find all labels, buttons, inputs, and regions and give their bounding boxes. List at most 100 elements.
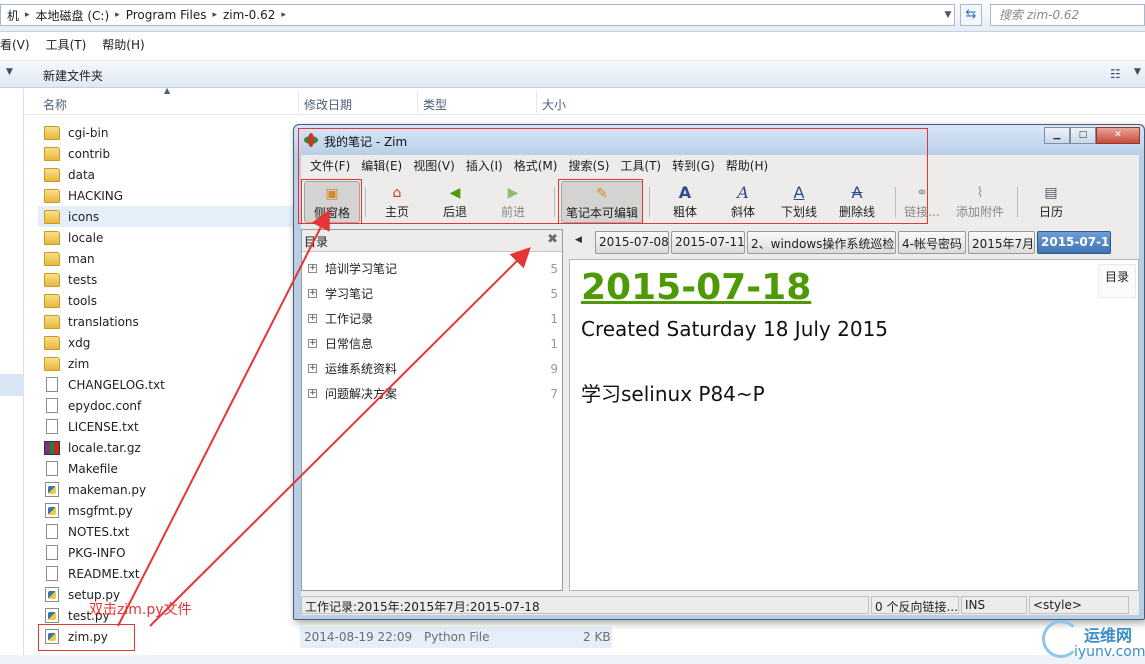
file-row[interactable]: epydoc.conf [40, 395, 300, 416]
menu-search[interactable]: 搜索(S) [568, 157, 609, 177]
organize-dropdown-icon[interactable]: ▼ [6, 67, 13, 77]
file-row[interactable]: tests [40, 269, 300, 290]
column-modified[interactable]: 修改日期 [304, 96, 352, 113]
file-row[interactable]: HACKING [40, 185, 300, 206]
expand-icon[interactable]: + [308, 314, 317, 323]
file-row[interactable]: README.txt [40, 563, 300, 584]
maximize-button[interactable]: □ [1070, 127, 1096, 144]
menu-format[interactable]: 格式(M) [514, 157, 558, 177]
file-row[interactable]: man [40, 248, 300, 269]
menu-goto[interactable]: 转到(G) [672, 157, 715, 177]
home-button[interactable]: ⌂ 主页 [373, 181, 421, 223]
menu-view[interactable]: 看(V) [0, 36, 30, 56]
column-name[interactable]: 名称 [43, 96, 67, 113]
attach-file-button[interactable]: ⌇ 添加附件 [951, 181, 1009, 223]
page-body-text[interactable]: 学习selinux P84~P [581, 378, 765, 407]
column-size[interactable]: 大小 [542, 96, 566, 113]
path-scroll-left-icon[interactable]: ◀ [575, 235, 582, 245]
index-item[interactable]: + 运维系统资料 9 [302, 356, 562, 381]
file-row[interactable]: locale.tar.gz [40, 437, 300, 458]
file-row[interactable]: msgfmt.py [40, 500, 300, 521]
zim-title-bar[interactable]: 我的笔记 - Zim ▁ □ ✕ [294, 125, 1144, 155]
chevron-right-icon[interactable]: ▸ [281, 10, 286, 20]
index-item[interactable]: + 工作记录 1 [302, 306, 562, 331]
close-button[interactable]: ✕ [1096, 127, 1140, 144]
column-divider[interactable] [536, 91, 537, 113]
column-type[interactable]: 类型 [423, 96, 447, 113]
zim-py-details[interactable]: 2014-08-19 22:09 Python File 2 KB [300, 627, 612, 648]
link-button[interactable]: ⚭ 链接... [901, 181, 943, 223]
menu-help[interactable]: 帮助(H) [726, 157, 768, 177]
index-item[interactable]: + 培训学习笔记 5 [302, 256, 562, 281]
file-row[interactable]: icons [38, 206, 300, 227]
close-pane-icon[interactable]: ✖ [547, 232, 558, 247]
italic-button[interactable]: A 斜体 [719, 181, 767, 223]
menu-help[interactable]: 帮助(H) [102, 36, 144, 56]
nav-selected-item[interactable] [0, 374, 24, 396]
calendar-button[interactable]: ▤ 日历 [1029, 181, 1073, 223]
path-button-current[interactable]: 2015-07-18 [1037, 231, 1111, 254]
strikethrough-button[interactable]: A 删除线 [831, 181, 883, 223]
file-row[interactable]: locale [40, 227, 300, 248]
index-item[interactable]: + 日常信息 1 [302, 331, 562, 356]
expand-icon[interactable]: + [308, 339, 317, 348]
expand-icon[interactable]: + [308, 364, 317, 373]
file-row[interactable]: zim [40, 353, 300, 374]
file-row[interactable]: xdg [40, 332, 300, 353]
path-button[interactable]: 2015-07-08 [595, 231, 669, 254]
expand-icon[interactable]: + [308, 264, 317, 273]
menu-file[interactable]: 文件(F) [310, 157, 350, 177]
menu-view[interactable]: 视图(V) [413, 157, 455, 177]
file-row[interactable]: translations [40, 311, 300, 332]
search-input[interactable]: 搜索 zim-0.62 [990, 4, 1145, 26]
back-button[interactable]: ◀ 后退 [431, 181, 479, 223]
refresh-icon[interactable]: ⇆ [960, 4, 982, 26]
file-row[interactable]: contrib [40, 143, 300, 164]
new-folder-button[interactable]: 新建文件夹 [43, 67, 103, 84]
breadcrumb-local-disk[interactable]: 本地磁盘 (C:) [30, 7, 116, 24]
file-row[interactable]: LICENSE.txt [40, 416, 300, 437]
underline-button[interactable]: A 下划线 [773, 181, 825, 223]
minimize-button[interactable]: ▁ [1044, 127, 1070, 144]
breadcrumb-zim[interactable]: zim-0.62 [217, 8, 281, 22]
page-created-line[interactable]: Created Saturday 18 July 2015 [581, 317, 888, 341]
navigation-pane[interactable] [0, 89, 24, 664]
view-dropdown-icon[interactable]: ▼ [1134, 67, 1141, 77]
file-row[interactable]: makeman.py [40, 479, 300, 500]
index-item[interactable]: + 问题解决方案 7 [302, 381, 562, 406]
menu-insert[interactable]: 插入(I) [466, 157, 503, 177]
column-divider[interactable] [298, 91, 299, 113]
file-row[interactable]: Makefile [40, 458, 300, 479]
file-row[interactable]: cgi-bin [40, 122, 300, 143]
breadcrumb[interactable]: 机 ▸ 本地磁盘 (C:) ▸ Program Files ▸ zim-0.62… [0, 4, 955, 26]
page-heading[interactable]: 2015-07-18 [581, 267, 811, 308]
view-options-icon[interactable]: ☷ [1110, 67, 1121, 81]
expand-icon[interactable]: + [308, 389, 317, 398]
toc-tab[interactable]: 目录 [1098, 264, 1136, 298]
style-selector[interactable]: <style> [1029, 596, 1129, 614]
file-row[interactable]: tools [40, 290, 300, 311]
file-row[interactable]: data [40, 164, 300, 185]
menu-edit[interactable]: 编辑(E) [361, 157, 402, 177]
path-button[interactable]: 2、windows操作系统巡检 [747, 231, 896, 254]
backlinks-button[interactable]: 0 个反向链接... [871, 596, 959, 614]
column-divider[interactable] [417, 91, 418, 113]
page-editor[interactable]: 2015-07-18 Created Saturday 18 July 2015… [569, 259, 1139, 591]
bold-button[interactable]: A 粗体 [661, 181, 709, 223]
forward-button[interactable]: ▶ 前进 [489, 181, 537, 223]
address-dropdown-icon[interactable]: ▼ [940, 5, 956, 25]
menu-tools[interactable]: 工具(T) [620, 157, 661, 177]
expand-icon[interactable]: + [308, 289, 317, 298]
file-row[interactable]: NOTES.txt [40, 521, 300, 542]
path-button[interactable]: 4-帐号密码 [898, 231, 966, 254]
menu-tools[interactable]: 工具(T) [46, 36, 87, 56]
path-button[interactable]: 2015年7月 [968, 231, 1035, 254]
path-button[interactable]: 2015-07-11 [671, 231, 745, 254]
file-row[interactable]: PKG-INFO [40, 542, 300, 563]
editable-toggle-button[interactable]: ✎ 笔记本可编辑 [561, 181, 643, 223]
breadcrumb-computer[interactable]: 机 [1, 7, 25, 24]
file-row[interactable]: CHANGELOG.txt [40, 374, 300, 395]
side-pane-button[interactable]: ▣ 侧窗格 [304, 181, 360, 223]
breadcrumb-program-files[interactable]: Program Files [120, 8, 213, 22]
index-item[interactable]: + 学习笔记 5 [302, 281, 562, 306]
